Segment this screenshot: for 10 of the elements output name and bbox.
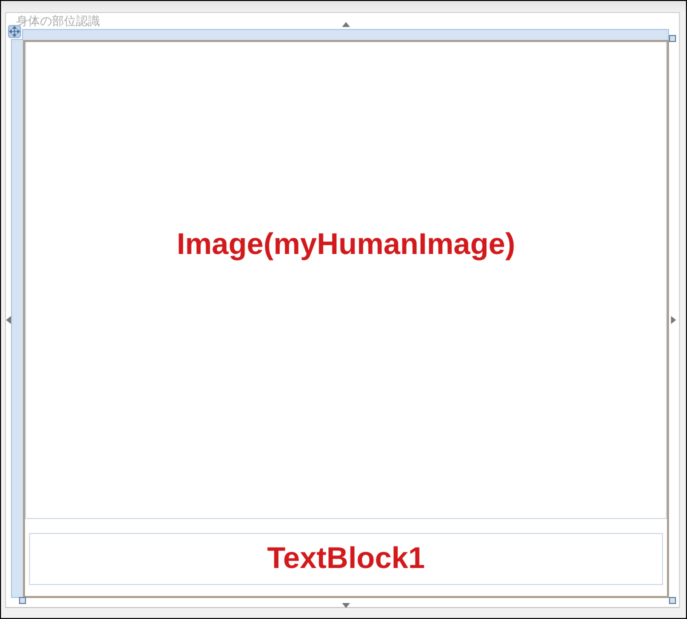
resize-handle[interactable]	[669, 597, 676, 604]
resize-handle[interactable]	[669, 35, 676, 42]
resize-arrow-icon[interactable]	[6, 316, 11, 324]
textblock-label: TextBlock1	[267, 542, 425, 576]
resize-arrow-icon[interactable]	[342, 603, 350, 608]
image-label: Image(myHumanImage)	[176, 228, 516, 262]
move-icon[interactable]	[8, 25, 21, 38]
resize-handle[interactable]	[19, 597, 26, 604]
resize-arrow-icon[interactable]	[671, 316, 676, 324]
resize-arrow-icon[interactable]	[342, 22, 350, 27]
